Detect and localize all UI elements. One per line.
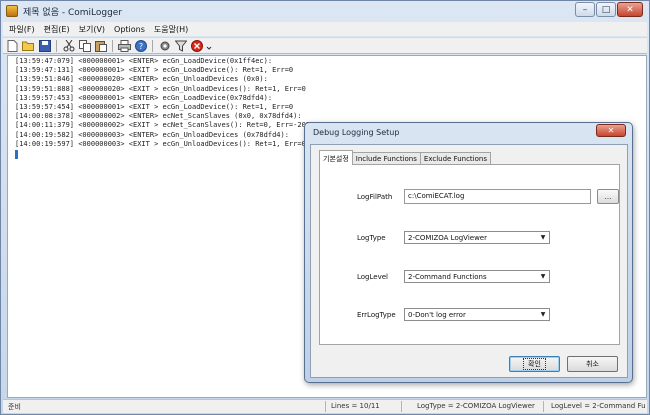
text-caret [15, 149, 18, 159]
copy-icon[interactable] [78, 39, 91, 52]
loglevel-value: 2-Command Functions [408, 273, 487, 281]
menu-edit[interactable]: 편집(E) [44, 24, 70, 35]
status-lines: Lines = 10/11 [331, 402, 380, 410]
errlogtype-label: ErrLogType [357, 311, 396, 319]
log-line: [13:59:51:846] <000000020> <ENTER> ecGn_… [15, 75, 268, 84]
tab-panel: LogFilPath c:\ComiECAT.log ... LogType 2… [319, 164, 620, 345]
toolbar-separator [152, 39, 153, 52]
status-divider [401, 401, 402, 412]
logfilepath-input[interactable]: c:\ComiECAT.log [404, 189, 591, 204]
maximize-button[interactable]: □ [596, 2, 616, 17]
logtype-label: LogType [357, 234, 386, 242]
tab-basic-settings[interactable]: 기본설정 [319, 150, 353, 165]
status-ready: 준비 [8, 403, 21, 411]
dialog-title: Debug Logging Setup [313, 128, 400, 137]
ok-button[interactable]: 확인 [509, 356, 560, 372]
menu-bar: 파일(F) 편집(E) 보기(V) Options 도움말(H) [3, 22, 647, 36]
menu-view[interactable]: 보기(V) [79, 24, 105, 35]
loglevel-label: LogLevel [357, 273, 388, 281]
print-icon[interactable] [118, 39, 131, 52]
app-icon [6, 5, 18, 17]
chevron-down-icon[interactable]: ▼ [538, 233, 548, 242]
cancel-button[interactable]: 취소 [567, 356, 618, 372]
close-button[interactable]: ✕ [617, 2, 643, 17]
minimize-button[interactable]: – [575, 2, 595, 17]
log-line: [13:59:51:888] <000000020> <EXIT > ecGn_… [15, 84, 306, 93]
stop-icon[interactable] [190, 39, 203, 52]
status-bar: 준비 Lines = 10/11 LogType = 2-COMIZOA Log… [3, 399, 647, 413]
log-line: [13:59:47:131] <000000001> <EXIT > ecGn_… [15, 66, 294, 75]
menu-file[interactable]: 파일(F) [9, 24, 35, 35]
paste-icon[interactable] [94, 39, 107, 52]
status-divider [325, 401, 326, 412]
menu-options[interactable]: Options [114, 25, 145, 34]
dialog-close-button[interactable]: ✕ [596, 124, 626, 137]
svg-text:?: ? [138, 42, 142, 51]
log-line: [13:59:57:453] <000000001> <ENTER> ecGn_… [15, 93, 273, 102]
errlogtype-select[interactable]: 0-Don't log error ▼ [404, 308, 550, 321]
toolbar-separator [112, 39, 113, 52]
logfilepath-label: LogFilPath [357, 193, 393, 201]
toolbar-separator [56, 39, 57, 52]
new-file-icon[interactable] [6, 39, 19, 52]
window-title: 제목 없음 - ComiLogger [23, 8, 123, 18]
menu-help[interactable]: 도움말(H) [154, 24, 188, 35]
log-line: [13:59:57:454] <000000001> <EXIT > ecGn_… [15, 102, 294, 111]
dialog-body: 기본설정 Include Functions Exclude Functions… [310, 144, 628, 378]
log-line: [13:59:47:079] <000000001> <ENTER> ecGn_… [15, 57, 273, 65]
open-folder-icon[interactable] [22, 39, 35, 52]
toolbar: ? [3, 37, 647, 54]
debug-logging-setup-dialog: Debug Logging Setup ✕ 기본설정 Include Funct… [304, 122, 633, 383]
logtype-value: 2-COMIZOA LogViewer [408, 234, 487, 242]
status-logtype: LogType = 2-COMIZOA LogViewer [417, 402, 535, 410]
settings-icon[interactable] [158, 39, 171, 52]
chevron-down-icon[interactable]: ▼ [538, 310, 548, 319]
filter-icon[interactable] [174, 39, 187, 52]
log-line: [14:00:08:378] <000000002> <ENTER> ecNet… [15, 112, 302, 121]
help-icon[interactable]: ? [134, 39, 147, 52]
toolbar-overflow-icon[interactable] [206, 39, 212, 52]
title-bar[interactable]: 제목 없음 - ComiLogger – □ ✕ [1, 1, 649, 21]
loglevel-select[interactable]: 2-Command Functions ▼ [404, 270, 550, 283]
logtype-select[interactable]: 2-COMIZOA LogViewer ▼ [404, 231, 550, 244]
status-divider [543, 401, 544, 412]
chevron-down-icon[interactable]: ▼ [538, 272, 548, 281]
save-icon[interactable] [38, 39, 51, 52]
status-loglevel: LogLevel = 2-Command Fu [551, 402, 646, 410]
errlogtype-value: 0-Don't log error [408, 311, 466, 319]
cut-icon[interactable] [62, 39, 75, 52]
dialog-tabs: 기본설정 Include Functions Exclude Functions [319, 150, 491, 165]
browse-button[interactable]: ... [597, 189, 619, 204]
ok-button-label: 확인 [523, 358, 546, 370]
